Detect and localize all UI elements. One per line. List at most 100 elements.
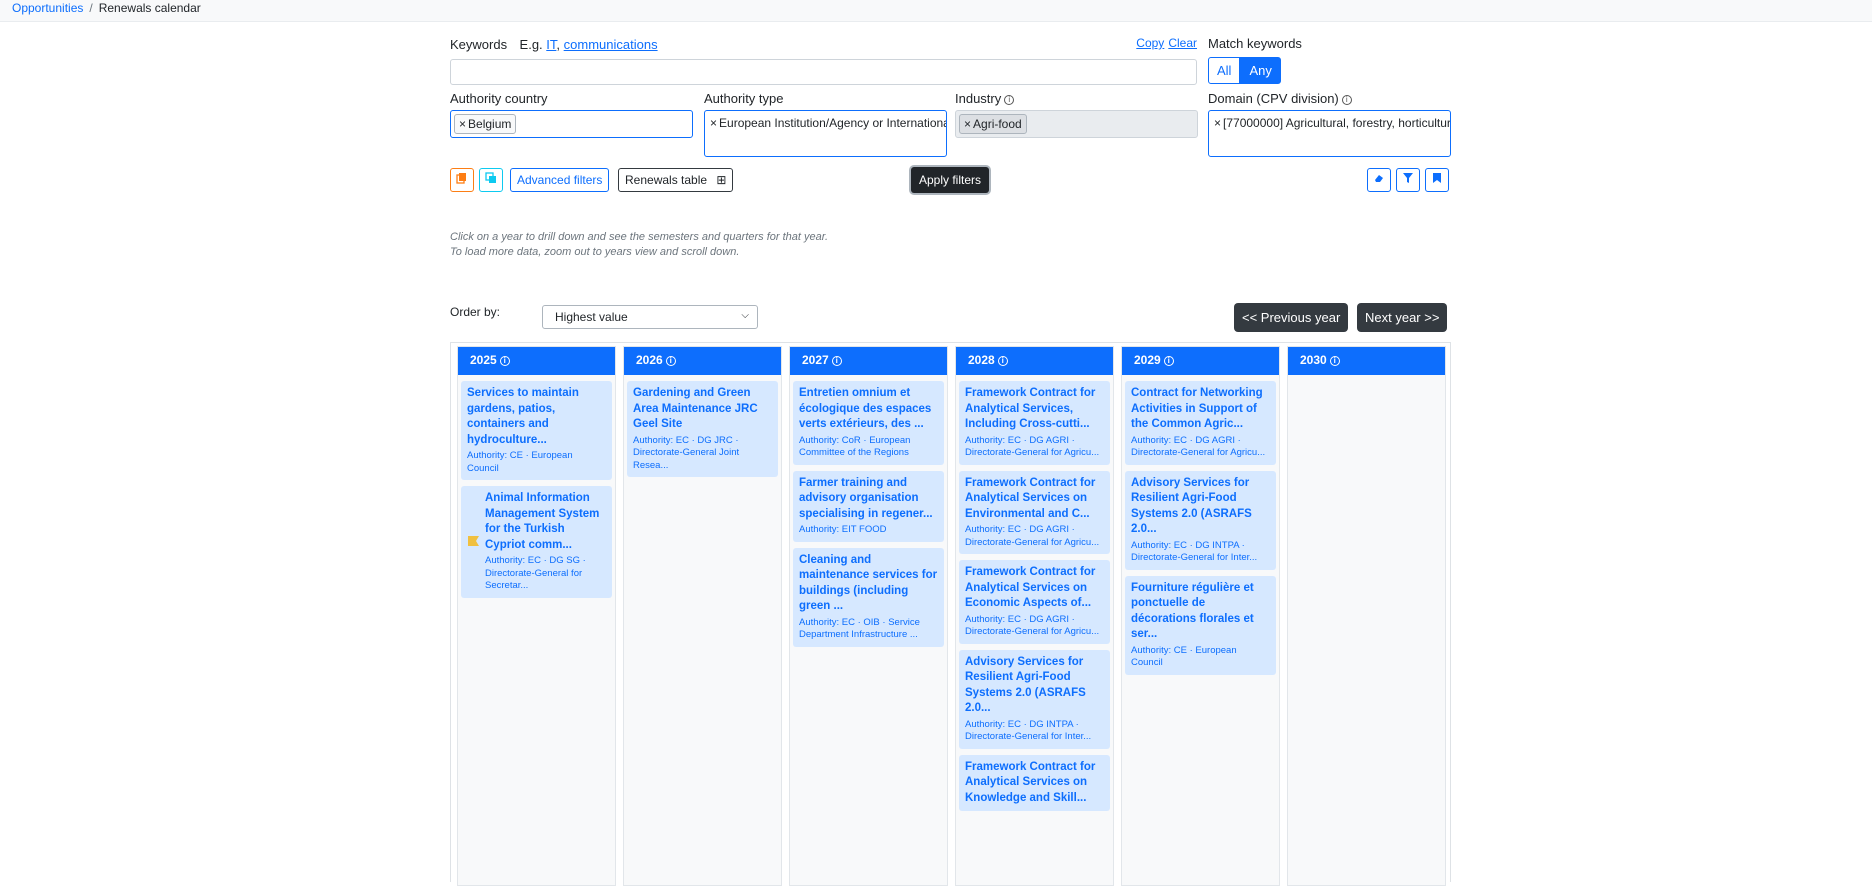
card-title[interactable]: Advisory Services for Resilient Agri-Foo… <box>1131 476 1270 538</box>
filter-icon[interactable] <box>1396 168 1420 192</box>
year-label: 2026 <box>636 353 663 367</box>
match-keywords-group: Match keywords All Any <box>1208 36 1302 84</box>
info-icon[interactable]: i <box>831 355 842 366</box>
next-year-button[interactable]: Next year >> <box>1357 303 1448 332</box>
card-title[interactable]: Cleaning and maintenance services for bu… <box>799 553 938 615</box>
chip-remove-icon[interactable]: × <box>710 116 717 130</box>
card-title[interactable]: Fourniture régulière et ponctuelle de dé… <box>1131 581 1270 643</box>
card-authority: Authority: EC · OIB · Service Department… <box>799 616 920 641</box>
card-title[interactable]: Framework Contract for Analytical Servic… <box>965 565 1104 612</box>
card-title[interactable]: Farmer training and advisory organisatio… <box>799 476 938 523</box>
info-icon[interactable]: i <box>997 355 1008 366</box>
keywords-examples: E.g. IT, communications <box>520 37 658 52</box>
opportunity-card[interactable]: Framework Contract for Analytical Servic… <box>959 754 1110 811</box>
opportunity-card[interactable]: Framework Contract for Analytical Servic… <box>959 560 1110 644</box>
card-title[interactable]: Advisory Services for Resilient Agri-Foo… <box>965 655 1104 717</box>
domain-select[interactable]: × [77000000] Agricultural, forestry, hort… <box>1208 110 1451 157</box>
match-any-button[interactable]: Any <box>1240 57 1281 84</box>
opportunity-card[interactable]: Animal Information Management System for… <box>461 486 612 598</box>
info-icon[interactable]: i <box>1004 94 1015 105</box>
examples-prefix: E.g. <box>519 37 543 52</box>
authority-type-label: Authority type <box>704 91 784 106</box>
match-all-button[interactable]: All <box>1208 57 1241 84</box>
chip-remove-icon[interactable]: × <box>964 117 971 131</box>
country-chip[interactable]: × Belgium <box>454 114 517 134</box>
year-column-2025: 2025 i Services to maintain gardens, pati… <box>457 346 616 886</box>
chip-label: Agri-food <box>973 117 1022 131</box>
apply-filters-button[interactable]: Apply filters <box>911 167 990 193</box>
year-column-2029: 2029 i Contract for Networking Activities… <box>1121 346 1280 886</box>
chip-remove-icon[interactable]: × <box>459 117 466 131</box>
renewals-table-button[interactable]: Renewals table ⊞ <box>618 168 734 192</box>
domain-label-wrap: Domain (CPV division) i <box>1208 91 1451 106</box>
card-title[interactable]: Services to maintain gardens, patios, co… <box>467 386 606 448</box>
opportunity-card[interactable]: Services to maintain gardens, patios, co… <box>461 381 612 480</box>
card-title[interactable]: Gardening and Green Area Maintenance JRC… <box>633 386 772 433</box>
hint-line-1: Click on a year to drill down and see th… <box>450 231 829 243</box>
previous-year-button[interactable]: << Previous year <box>1234 303 1349 332</box>
info-icon[interactable]: i <box>1341 94 1352 105</box>
authority-country-select[interactable]: × Belgium <box>450 110 693 138</box>
card-authority: Authority: EIT FOOD <box>799 524 887 535</box>
opportunity-card[interactable]: Fourniture régulière et ponctuelle de dé… <box>1125 575 1276 675</box>
card-authority: Authority: EC · DG AGRI · Directorate-Ge… <box>965 524 1100 548</box>
industry-select[interactable]: × Agri-food <box>955 110 1198 138</box>
opportunity-card[interactable]: Cleaning and maintenance services for bu… <box>793 547 944 647</box>
duplicate-icon[interactable] <box>479 168 503 192</box>
domain-label: Domain (CPV division) <box>1208 91 1339 106</box>
chip-label: Belgium <box>468 117 512 131</box>
opportunity-card[interactable]: Gardening and Green Area Maintenance JRC… <box>627 381 778 477</box>
info-icon[interactable]: i <box>1163 355 1174 366</box>
eraser-icon[interactable] <box>1367 168 1391 192</box>
industry-label-wrap: Industry i <box>955 91 1198 106</box>
keywords-input[interactable] <box>450 59 1197 85</box>
card-title[interactable]: Framework Contract for Analytical Servic… <box>965 760 1104 807</box>
copy-icon[interactable] <box>450 168 474 192</box>
year-header[interactable]: 2030 i <box>1288 347 1445 375</box>
bookmark-icon[interactable] <box>1425 168 1449 192</box>
info-icon[interactable]: i <box>665 355 676 366</box>
year-header[interactable]: 2025 i <box>458 347 615 375</box>
card-authority: Authority: EC · DG AGRI · Directorate-Ge… <box>1131 434 1266 459</box>
year-header[interactable]: 2028 i <box>956 347 1113 375</box>
copy-keywords-link[interactable]: Copy <box>1136 36 1164 50</box>
renewals-calendar: 2025 i Services to maintain gardens, pati… <box>450 342 1451 886</box>
card-title[interactable]: Framework Contract for Analytical Servic… <box>965 386 1104 433</box>
authority-type-select[interactable]: × European Institution/Agency or Internat… <box>704 110 947 157</box>
opportunity-card[interactable]: Framework Contract for Analytical Servic… <box>959 470 1110 554</box>
year-label: 2025 <box>470 353 497 367</box>
opportunity-card[interactable]: Entretien omnium et écologique des espac… <box>793 381 944 465</box>
advanced-filters-button[interactable]: Advanced filters <box>510 168 610 192</box>
keywords-tools: Copy Clear <box>1132 36 1197 50</box>
year-header[interactable]: 2027 i <box>790 347 947 375</box>
opportunity-card[interactable]: Contract for Networking Activities in Su… <box>1125 381 1276 465</box>
year-header[interactable]: 2026 i <box>624 347 781 375</box>
authority-country-label: Authority country <box>450 91 548 106</box>
card-title[interactable]: Animal Information Management System for… <box>485 491 606 553</box>
breadcrumb-opportunities-link[interactable]: Opportunities <box>12 1 83 15</box>
card-title[interactable]: Contract for Networking Activities in Su… <box>1131 386 1270 433</box>
example-communications-link[interactable]: communications <box>564 37 658 52</box>
authority-type-filter: Authority type × European Institution/Age… <box>704 91 947 157</box>
match-keywords-label: Match keywords <box>1208 36 1302 51</box>
clear-keywords-link[interactable]: Clear <box>1168 36 1197 50</box>
chip-label: [77000000] Agricultural, forestry, horti… <box>1223 116 1451 130</box>
info-icon[interactable]: i <box>499 355 510 366</box>
domain-chip[interactable]: × [77000000] Agricultural, forestry, hort… <box>1212 115 1451 131</box>
year-column-2030: 2030 i <box>1287 346 1446 886</box>
opportunity-card[interactable]: Farmer training and advisory organisatio… <box>793 470 944 542</box>
chip-remove-icon[interactable]: × <box>1214 116 1221 130</box>
year-header[interactable]: 2029 i <box>1122 347 1279 375</box>
info-icon[interactable]: i <box>1329 355 1340 366</box>
opportunity-card[interactable]: Framework Contract for Analytical Servic… <box>959 381 1110 465</box>
opportunity-card[interactable]: Advisory Services for Resilient Agri-Foo… <box>959 649 1110 749</box>
order-by-select[interactable]: Highest value ⌵ <box>542 305 758 329</box>
card-authority: Authority: CoR · European Committee of t… <box>799 434 911 459</box>
example-it-link[interactable]: IT <box>546 37 556 52</box>
opportunity-card[interactable]: Advisory Services for Resilient Agri-Foo… <box>1125 470 1276 570</box>
card-title[interactable]: Framework Contract for Analytical Servic… <box>965 476 1104 523</box>
industry-chip[interactable]: × Agri-food <box>959 114 1027 134</box>
authority-type-chip[interactable]: × European Institution/Agency or Internat… <box>708 115 946 131</box>
breadcrumb-current: Renewals calendar <box>98 1 201 15</box>
card-title[interactable]: Entretien omnium et écologique des espac… <box>799 386 938 433</box>
